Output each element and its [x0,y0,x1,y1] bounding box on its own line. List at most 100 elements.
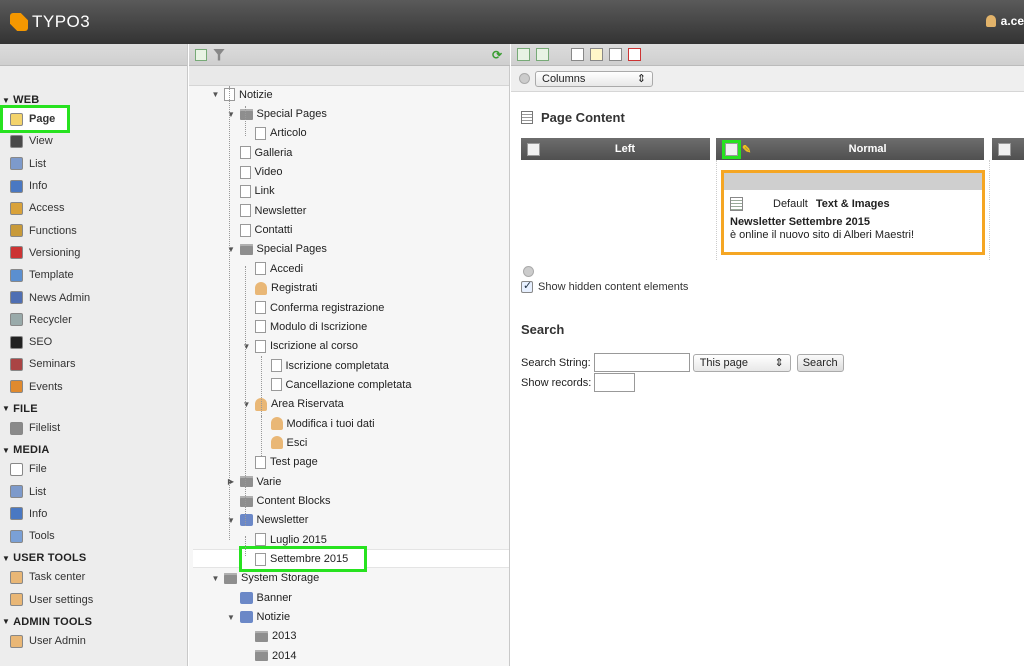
search-button[interactable]: Search [796,353,844,372]
tree-node[interactable]: ▼ Newsletter [227,511,308,530]
new-page-icon[interactable] [536,48,549,61]
page-icon [255,339,266,353]
new-page-icon[interactable] [195,48,207,61]
module-item[interactable]: Task center [0,566,187,588]
tree-node[interactable]: Conferma registrazione [242,298,384,317]
expand-toggle-icon[interactable]: ▼ [211,90,220,99]
module-item[interactable]: Info [0,175,187,197]
tree-node[interactable]: ▼ Special Pages [227,104,327,123]
tree-node[interactable]: ▼ Special Pages [227,240,327,259]
module-item[interactable]: User Admin [0,630,187,652]
tree-node[interactable]: Banner [227,588,292,607]
tree-node[interactable]: Contatti [227,220,292,239]
tree-node-label: 2014 [272,649,297,662]
tree-node[interactable]: ▼ Notizie [211,85,273,104]
module-item[interactable]: View [0,130,187,152]
tree-node[interactable]: Articolo [242,124,307,143]
tree-node[interactable]: ▶ Varie [227,472,281,491]
module-item[interactable]: Functions [0,219,187,241]
sysfolder-icon [239,591,253,604]
tree-node[interactable]: Content Blocks [227,491,330,510]
tree-node[interactable]: Esci [258,433,307,452]
tree-node[interactable]: Modifica i tuoi dati [258,414,375,433]
module-group-title[interactable]: ▼ FILE [0,400,187,417]
help-icon[interactable] [523,266,534,277]
module-item[interactable]: Recycler [0,309,187,331]
expand-toggle-icon[interactable]: ▼ [227,613,236,622]
module-item[interactable]: List [0,153,187,175]
page-icon [239,184,251,198]
content-element-type: Text & Images [815,198,890,210]
module-item[interactable]: Filelist [0,417,187,439]
folder-icon [239,495,253,507]
column-left-header: Left [521,138,710,160]
content-element[interactable]: Default Text & Images Newsletter Settemb… [721,170,985,255]
tree-node[interactable]: Link [227,182,275,201]
view-mode-select[interactable]: Columns ⇕ [535,70,653,87]
tree-node[interactable]: Registrati [242,279,317,298]
module-item[interactable]: Info [0,503,187,525]
tree-node[interactable]: ▼ Area Riservata [242,395,344,414]
search-scope-select[interactable]: This page ⇕ [692,353,791,372]
tree-node[interactable]: Settembre 2015 [238,546,368,572]
refresh-icon[interactable]: ⟳ [492,48,502,62]
module-item[interactable]: Seminars [0,353,187,375]
edit-pencil-icon[interactable]: ✎ [742,143,751,156]
move-page-icon[interactable] [609,48,622,61]
expand-toggle-icon[interactable]: ▼ [242,400,251,409]
tree-node[interactable]: ▼ System Storage [211,569,320,588]
tree-node[interactable]: Iscrizione completata [258,356,389,375]
module-item[interactable]: List [0,480,187,502]
new-content-icon[interactable] [517,48,530,61]
module-group-title[interactable]: ▼ MEDIA [0,441,187,458]
new-content-icon[interactable] [998,142,1011,156]
history-icon[interactable] [628,48,641,61]
module-item[interactable]: Access [0,197,187,219]
module-item[interactable]: Events [0,376,187,398]
show-hidden-checkbox[interactable] [521,279,533,293]
show-records-input[interactable] [594,373,636,392]
module-item[interactable]: User settings [0,589,187,611]
tree-node[interactable]: 2014 [242,646,296,665]
expand-toggle-icon[interactable]: ▼ [227,110,236,119]
search-string-input[interactable] [593,353,690,372]
filter-icon[interactable] [213,48,225,61]
user-page-icon [255,281,267,295]
tree-node[interactable]: Galleria [227,143,292,162]
tree-node[interactable]: Cancellazione completata [258,375,411,394]
typo3-logo[interactable]: TYPO3 [10,12,90,32]
expand-toggle-icon[interactable]: ▼ [211,574,220,583]
module-item[interactable]: Versioning [0,242,187,264]
module-group-title[interactable]: ▼ USER TOOLS [0,549,187,566]
tree-node[interactable]: Test page [242,453,318,472]
module-item[interactable]: File [0,458,187,480]
tree-node[interactable]: 2013 [242,627,296,646]
module-item[interactable]: SEO [0,331,187,353]
tree-node[interactable]: Luglio 2015 [242,530,327,549]
show-hidden-option[interactable]: Show hidden content elements [521,279,688,293]
module-group-title[interactable]: ▼ WEB [0,91,187,108]
new-content-icon[interactable] [722,139,741,159]
tree-node[interactable]: ▼ Notizie [227,607,290,626]
view-page-icon[interactable] [571,48,584,61]
tree-node[interactable]: Modulo di Iscrizione [242,317,367,336]
module-item[interactable]: Template [0,264,187,286]
module-item[interactable]: Tools [0,525,187,547]
help-icon[interactable] [519,73,530,84]
search-string-label: Search String: [521,356,591,369]
expand-toggle-icon[interactable]: ▼ [227,516,236,525]
tree-node[interactable]: Video [227,162,282,181]
tree-node[interactable]: ▼ Iscrizione al corso [242,337,358,356]
expand-toggle-icon[interactable]: ▼ [227,245,236,254]
new-content-icon[interactable] [527,142,540,156]
tree-node[interactable]: Newsletter [227,201,306,220]
expand-toggle-icon[interactable]: ▼ [242,342,251,351]
module-group-title[interactable]: ▼ ADMIN TOOLS [0,613,187,630]
edit-page-icon[interactable] [590,48,603,61]
expand-toggle-icon[interactable]: ▶ [227,477,236,486]
tree-node[interactable]: Accedi [242,259,303,278]
module-item[interactable]: News Admin [0,286,187,308]
tree-node-label: Notizie [239,88,273,101]
module-item[interactable]: Page [0,104,70,134]
user-menu[interactable]: a.ce [985,14,1024,28]
